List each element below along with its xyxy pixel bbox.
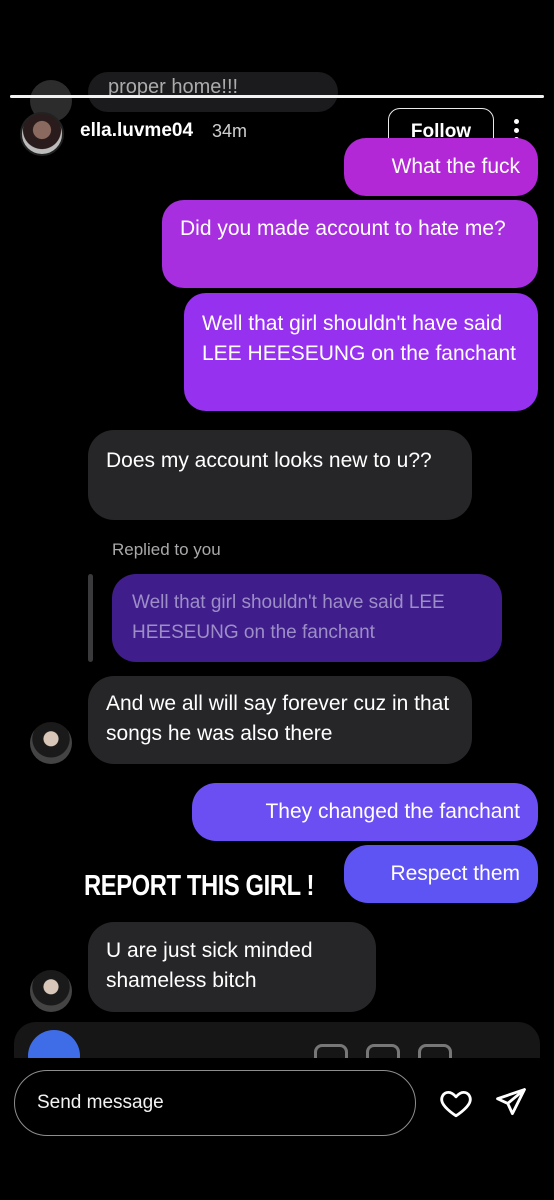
ghost-message: proper home!!! bbox=[88, 72, 338, 112]
message-sent: Respect them bbox=[344, 845, 538, 903]
heart-icon[interactable] bbox=[438, 1086, 474, 1120]
overlay-caption: REPORT THIS GIRL ! bbox=[84, 870, 314, 902]
story-progress-bar bbox=[10, 95, 544, 98]
message-received: U are just sick minded shameless bitch bbox=[88, 922, 376, 1012]
message-received: Does my account looks new to u?? bbox=[88, 430, 472, 520]
quoted-message: Well that girl shouldn't have said LEE H… bbox=[112, 574, 502, 662]
ghost-composer bbox=[14, 1022, 540, 1062]
message-sent: Well that girl shouldn't have said LEE H… bbox=[184, 293, 538, 411]
post-time: 34m bbox=[212, 121, 248, 141]
story-progress-fill bbox=[10, 95, 544, 98]
message-received: And we all will say forever cuz in that … bbox=[88, 676, 472, 764]
send-message-input[interactable] bbox=[14, 1070, 416, 1136]
message-sent: Did you made account to hate me? bbox=[162, 200, 538, 288]
send-icon[interactable] bbox=[494, 1086, 528, 1120]
avatar[interactable] bbox=[20, 112, 64, 156]
sender-avatar bbox=[30, 722, 72, 764]
reply-indicator-line bbox=[88, 574, 93, 662]
username[interactable]: ella.luvme04 bbox=[80, 120, 193, 142]
message-sent: They changed the fanchant bbox=[192, 783, 538, 841]
reply-label: Replied to you bbox=[112, 540, 221, 559]
message-sent: What the fuck bbox=[344, 138, 538, 196]
sender-avatar bbox=[30, 970, 72, 1012]
